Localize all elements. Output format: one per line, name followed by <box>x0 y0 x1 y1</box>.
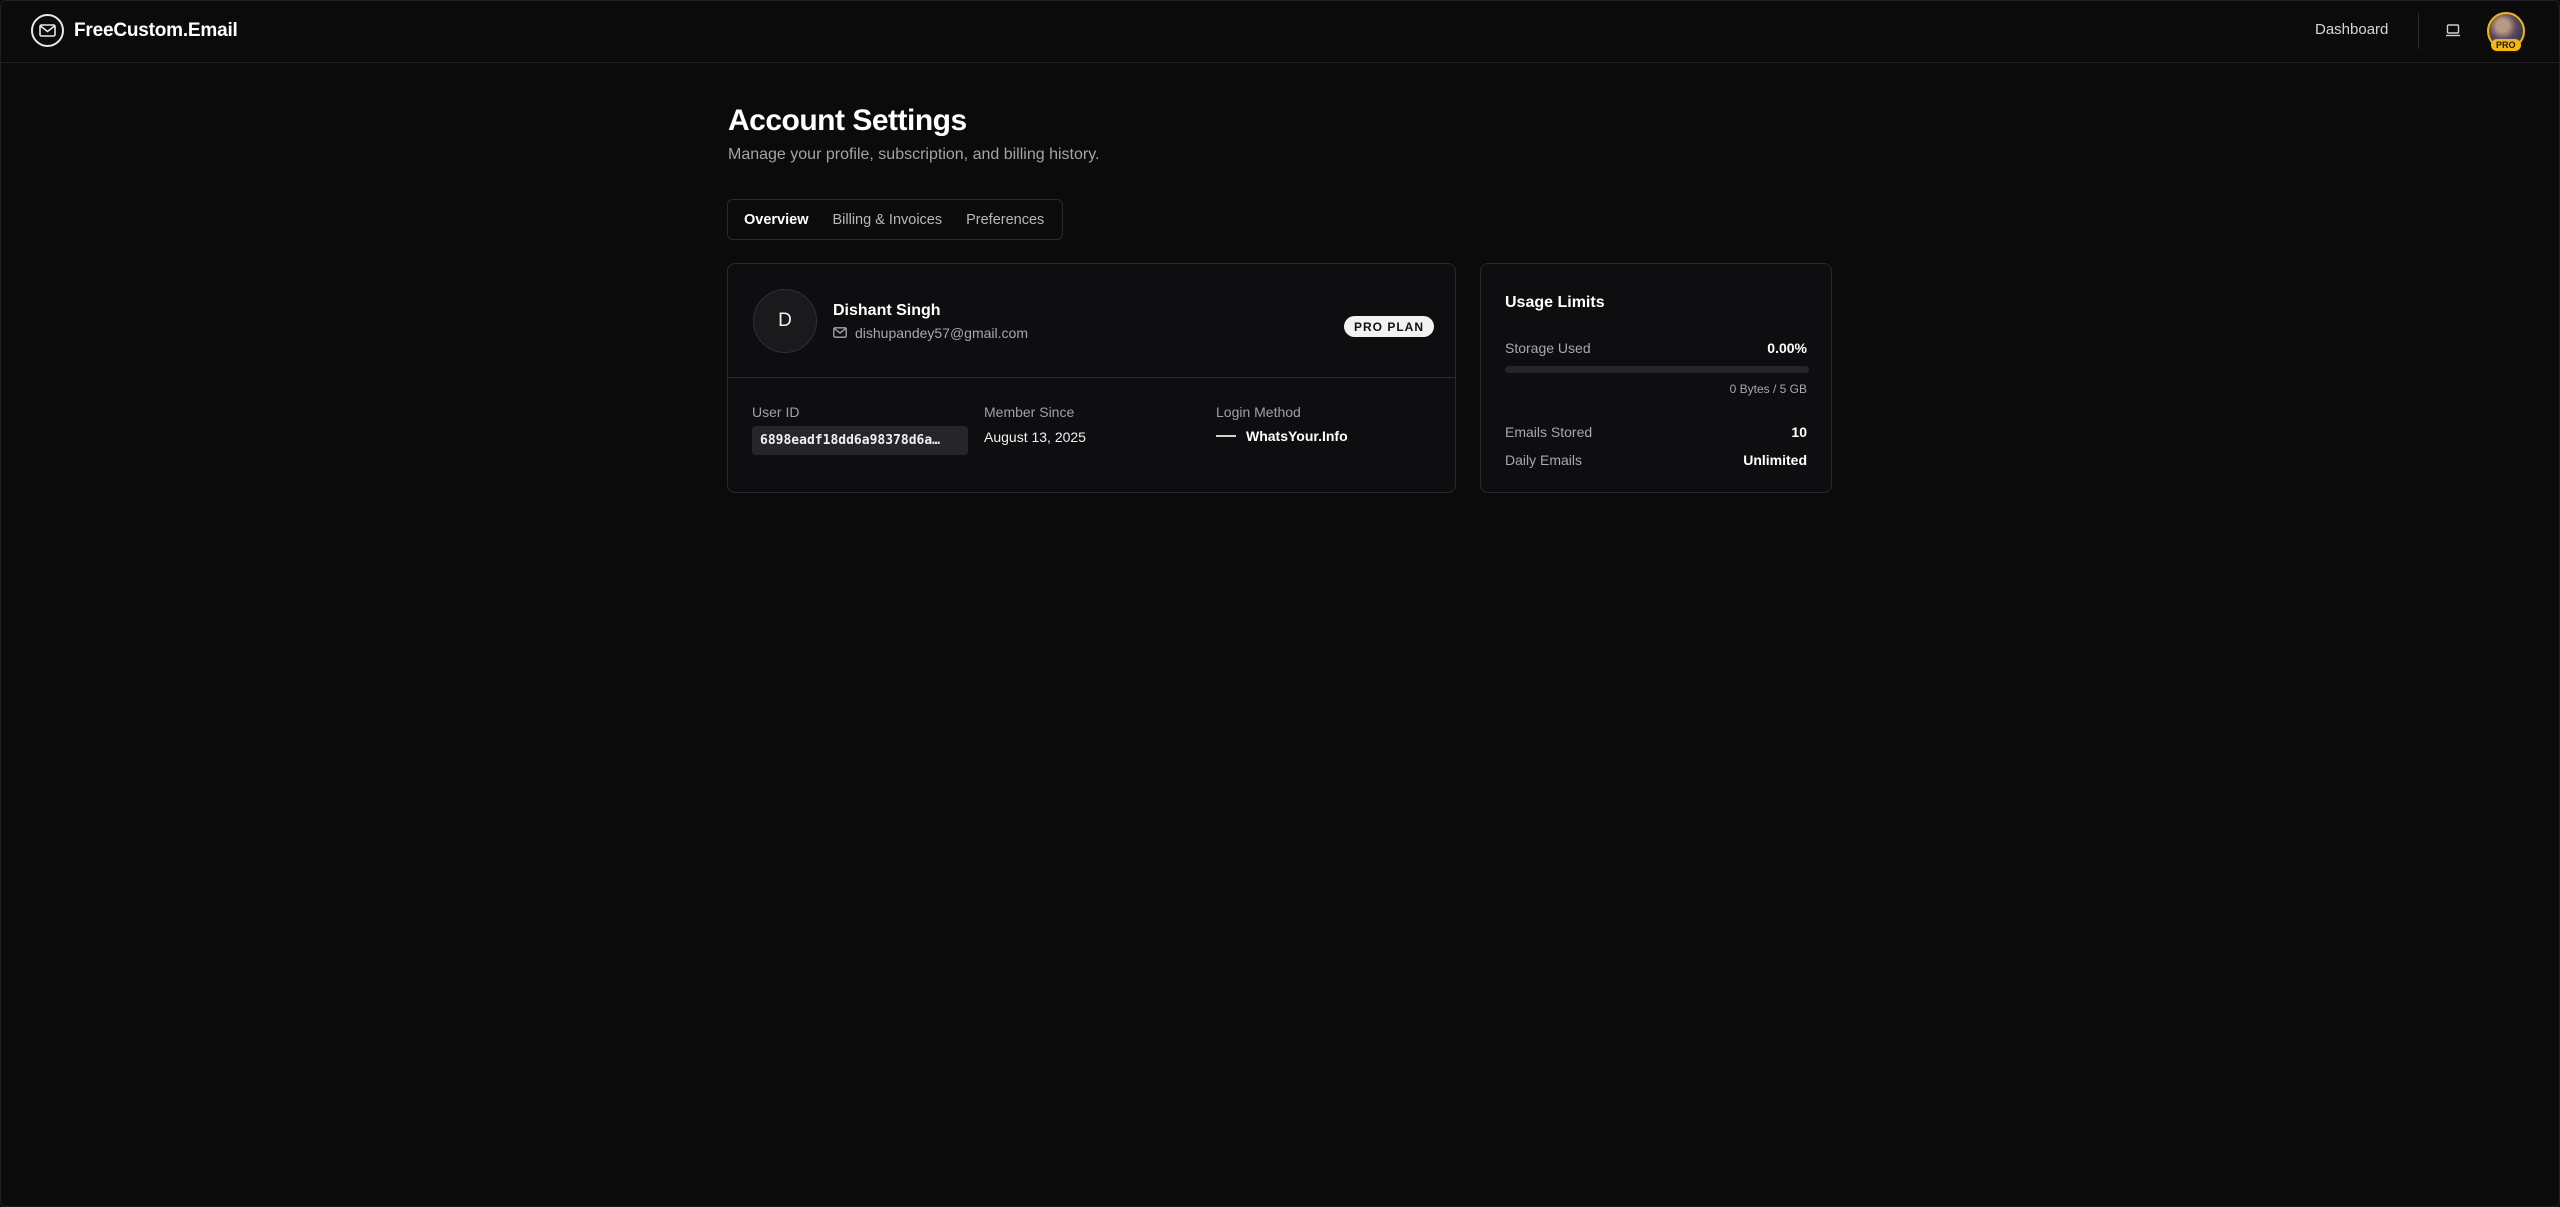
mail-circle-icon <box>31 14 64 47</box>
nav-dashboard-link[interactable]: Dashboard <box>2315 21 2388 38</box>
plan-badge: PRO PLAN <box>1344 316 1435 337</box>
profile-name: Dishant Singh <box>833 302 941 319</box>
brand-name: FreeCustom.Email <box>74 19 238 41</box>
page-title: Account Settings <box>728 104 967 137</box>
laptop-icon[interactable] <box>2444 21 2462 39</box>
tab-preferences[interactable]: Preferences <box>954 203 1056 236</box>
pro-badge: PRO <box>2491 39 2521 51</box>
tab-billing-invoices[interactable]: Billing & Invoices <box>821 203 955 236</box>
user-id-text: 6898eadf18dd6a98378d6a… <box>760 433 941 448</box>
profile-email: dishupandey57@gmail.com <box>855 325 1028 341</box>
profile-avatar: D <box>753 289 817 353</box>
usage-title: Usage Limits <box>1505 294 1605 311</box>
storage-detail: 0 Bytes / 5 GB <box>1729 382 1807 396</box>
login-method-label: Login Method <box>1216 404 1301 420</box>
daily-emails-value: Unlimited <box>1743 452 1807 468</box>
storage-used-label: Storage Used <box>1505 340 1591 356</box>
login-method-value: WhatsYour.Info <box>1246 428 1348 444</box>
user-id-label: User ID <box>752 404 800 420</box>
profile-header: D Dishant Singh dishupandey57@gmail.com … <box>728 264 1455 378</box>
profile-email-row: dishupandey57@gmail.com <box>833 325 1028 341</box>
profile-card: D Dishant Singh dishupandey57@gmail.com … <box>727 263 1456 493</box>
page-frame <box>0 0 2560 1207</box>
member-since-label: Member Since <box>984 404 1075 420</box>
emails-stored-label: Emails Stored <box>1505 424 1593 440</box>
login-method-row: WhatsYour.Info <box>1216 428 1348 444</box>
dash-icon <box>1216 435 1236 437</box>
page-subtitle: Manage your profile, subscription, and b… <box>728 146 1100 163</box>
top-nav: FreeCustom.Email Dashboard PRO <box>0 0 2560 63</box>
daily-emails-label: Daily Emails <box>1505 452 1583 468</box>
storage-used-value: 0.00% <box>1767 340 1807 356</box>
usage-limits-card: Usage Limits Storage Used 0.00% 0 Bytes … <box>1480 263 1832 493</box>
user-avatar-button[interactable]: PRO <box>2487 12 2527 56</box>
brand-link[interactable]: FreeCustom.Email <box>31 14 238 47</box>
settings-tabs: Overview Billing & Invoices Preferences <box>727 199 1063 240</box>
storage-progress-bar <box>1505 366 1809 373</box>
user-id-value[interactable]: 6898eadf18dd6a98378d6a… <box>752 426 968 455</box>
mail-icon <box>833 325 847 341</box>
member-since-value: August 13, 2025 <box>984 429 1086 445</box>
nav-divider <box>2418 13 2419 49</box>
tab-overview[interactable]: Overview <box>732 203 821 236</box>
emails-stored-value: 10 <box>1791 424 1807 440</box>
